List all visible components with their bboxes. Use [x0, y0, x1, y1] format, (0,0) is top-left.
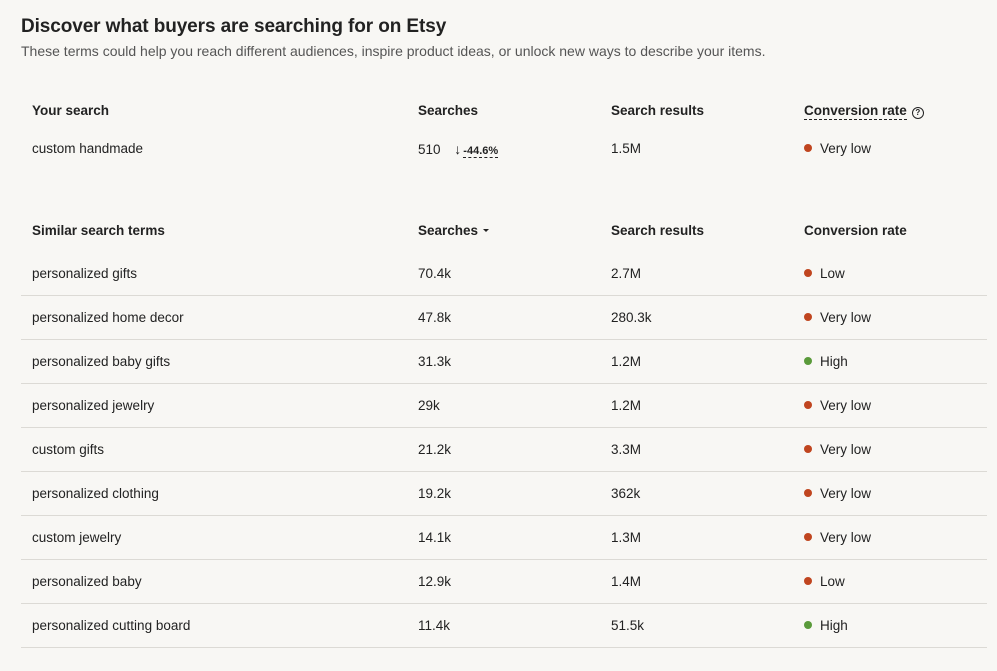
conversion-cell: Very low: [804, 530, 871, 545]
conversion-value: Low: [820, 574, 845, 589]
your-search-searches: 510 ↓ -44.6%: [418, 141, 499, 158]
results-cell: 280.3k: [611, 310, 652, 325]
status-dot-icon: [804, 357, 812, 365]
conversion-value: High: [820, 354, 848, 369]
conversion-rate-tooltip-label[interactable]: Conversion rate: [804, 103, 907, 120]
status-dot-icon: [804, 577, 812, 585]
searches-sort-label[interactable]: Searches: [418, 223, 478, 238]
conversion-cell: Low: [804, 574, 845, 589]
term-cell: personalized baby: [32, 574, 142, 589]
searches-cell: 29k: [418, 398, 440, 413]
your-search-header-row: Your search Searches Search results Conv…: [0, 103, 997, 121]
results-cell: 3.3M: [611, 442, 642, 457]
your-search-term: custom handmade: [32, 141, 144, 156]
conversion-value: Very low: [820, 310, 872, 325]
table-row: personalized cutting board 11.4k 51.5k H…: [21, 604, 987, 648]
conversion-cell: Low: [804, 266, 845, 281]
results-cell: 1.2M: [611, 354, 642, 369]
conversion-value: Very low: [820, 398, 872, 413]
caret-down-icon[interactable]: [483, 229, 490, 232]
searches-value: 510: [418, 142, 441, 157]
searches-cell: 14.1k: [418, 530, 452, 545]
table-row: custom jewelry 14.1k 1.3M Very low: [21, 516, 987, 560]
your-search-row: custom handmade 510 ↓ -44.6% 1.5M Very lo…: [0, 141, 997, 159]
term-cell: personalized baby gifts: [32, 354, 171, 369]
status-dot-icon: [804, 533, 812, 541]
status-dot-icon: [804, 489, 812, 497]
similar-conversion-header: Conversion rate: [804, 223, 907, 238]
searches-header: Searches: [418, 103, 479, 118]
searches-cell: 70.4k: [418, 266, 452, 281]
conversion-cell: Very low: [804, 486, 871, 501]
term-cell: custom jewelry: [32, 530, 122, 545]
arrow-down-icon: ↓: [454, 141, 462, 157]
term-cell: personalized clothing: [32, 486, 159, 501]
term-cell: personalized gifts: [32, 266, 138, 281]
term-cell: personalized home decor: [32, 310, 184, 325]
conversion-cell: High: [804, 354, 848, 369]
search-results-header: Search results: [611, 103, 705, 118]
conversion-cell: Very low: [804, 310, 871, 325]
table-row: personalized baby gifts 31.3k 1.2M High: [21, 340, 987, 384]
results-cell: 1.4M: [611, 574, 642, 589]
similar-terms-header: Similar search terms: [32, 223, 165, 238]
results-cell: 362k: [611, 486, 641, 501]
your-search-header: Your search: [32, 103, 110, 118]
trend-indicator[interactable]: ↓ -44.6%: [454, 141, 499, 158]
term-cell: personalized cutting board: [32, 618, 191, 633]
term-cell: personalized jewelry: [32, 398, 155, 413]
searches-cell: 11.4k: [418, 618, 451, 633]
term-cell: custom gifts: [32, 442, 105, 457]
similar-terms-list: personalized gifts 70.4k 2.7M Low person…: [21, 252, 987, 648]
searches-cell: 21.2k: [418, 442, 452, 457]
results-cell: 1.3M: [611, 530, 642, 545]
trend-value[interactable]: -44.6%: [463, 145, 499, 158]
conversion-cell: Very low: [804, 398, 871, 413]
searches-cell: 19.2k: [418, 486, 452, 501]
similar-terms-header-row: Similar search terms Searches Search res…: [0, 223, 997, 241]
results-cell: 51.5k: [611, 618, 645, 633]
your-search-conversion: Very low: [804, 141, 871, 156]
results-cell: 2.7M: [611, 266, 642, 281]
searches-cell: 31.3k: [418, 354, 452, 369]
status-dot-icon: [804, 621, 812, 629]
table-row: personalized gifts 70.4k 2.7M Low: [21, 252, 987, 296]
results-cell: 1.2M: [611, 398, 642, 413]
question-circle-icon[interactable]: ?: [911, 107, 924, 119]
searches-cell: 12.9k: [418, 574, 452, 589]
status-dot-icon: [804, 269, 812, 277]
conversion-value: High: [820, 618, 848, 633]
conversion-value: Very low: [820, 141, 872, 156]
page-subtitle: These terms could help you reach differe…: [21, 43, 766, 59]
conversion-cell: High: [804, 618, 848, 633]
conversion-rate-header[interactable]: Conversion rate?: [804, 103, 924, 120]
status-dot-icon: [804, 445, 812, 453]
conversion-value: Very low: [820, 486, 872, 501]
conversion-value: Very low: [820, 530, 872, 545]
table-row: personalized clothing 19.2k 362k Very lo…: [21, 472, 987, 516]
status-dot-icon: [804, 144, 812, 152]
table-row: personalized home decor 47.8k 280.3k Ver…: [21, 296, 987, 340]
table-row: personalized jewelry 29k 1.2M Very low: [21, 384, 987, 428]
conversion-value: Low: [820, 266, 845, 281]
status-dot-icon: [804, 313, 812, 321]
status-dot-icon: [804, 401, 812, 409]
conversion-value: Very low: [820, 442, 872, 457]
conversion-cell: Very low: [804, 442, 871, 457]
your-search-results: 1.5M: [611, 141, 642, 156]
page-title: Discover what buyers are searching for o…: [21, 16, 447, 37]
searches-cell: 47.8k: [418, 310, 452, 325]
table-row: personalized baby 12.9k 1.4M Low: [21, 560, 987, 604]
table-row: custom gifts 21.2k 3.3M Very low: [21, 428, 987, 472]
similar-results-header: Search results: [611, 223, 705, 238]
searches-sort-button[interactable]: Searches: [418, 223, 490, 238]
